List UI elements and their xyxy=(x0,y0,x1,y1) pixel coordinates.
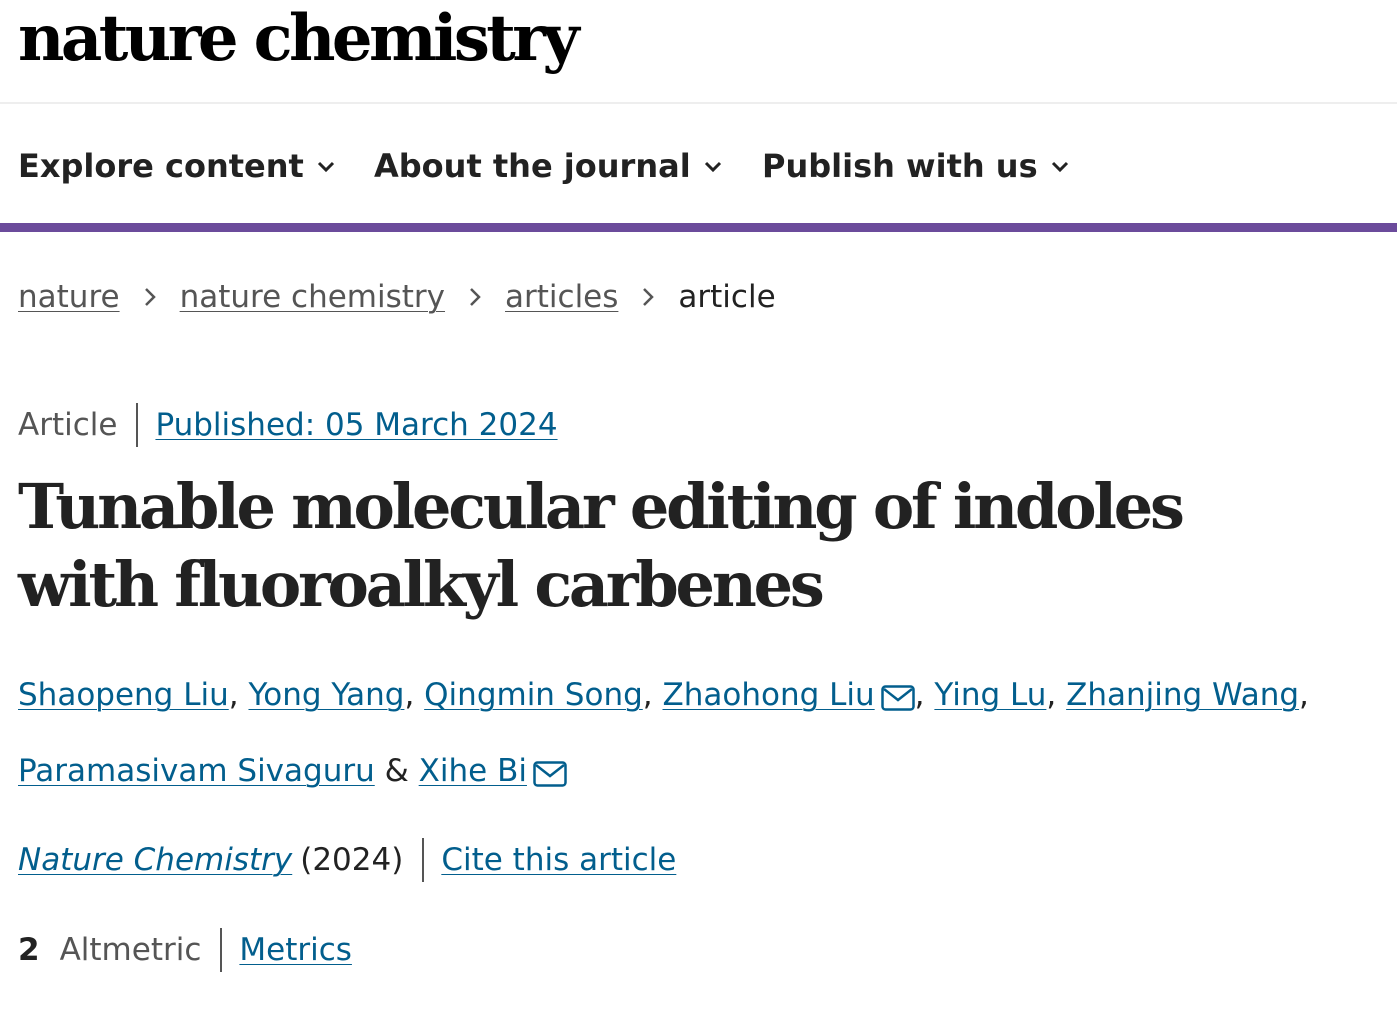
divider xyxy=(422,838,425,882)
author-separator: , xyxy=(1299,677,1309,713)
author-joiner: & xyxy=(384,753,409,789)
author-separator: , xyxy=(642,677,653,713)
altmetric-label: Altmetric xyxy=(59,932,202,968)
chevron-down-icon xyxy=(704,161,721,173)
breadcrumb-nature[interactable]: nature xyxy=(18,279,120,315)
author-link[interactable]: Xihe Bi xyxy=(419,753,527,789)
breadcrumb-nature-chemistry[interactable]: nature chemistry xyxy=(180,279,445,315)
breadcrumb: nature nature chemistry articles article xyxy=(18,279,776,315)
altmetric-count: 2 xyxy=(18,932,40,968)
divider xyxy=(136,403,139,447)
author-link[interactable]: Paramasivam Sivaguru xyxy=(18,753,375,789)
chevron-right-icon xyxy=(445,286,505,308)
main-nav: Explore content About the journal Publis… xyxy=(18,140,1070,192)
journal-link[interactable]: Nature Chemistry xyxy=(18,842,292,878)
nav-about-journal[interactable]: About the journal xyxy=(374,140,762,192)
nav-accent-bar xyxy=(0,223,1397,232)
citation-line: Nature Chemistry (2024) Cite this articl… xyxy=(18,838,676,882)
breadcrumb-current: article xyxy=(678,279,776,315)
brand-logo[interactable]: nature chemistry xyxy=(18,0,580,84)
mail-icon[interactable] xyxy=(880,666,915,736)
chevron-right-icon xyxy=(120,286,180,308)
chevron-right-icon xyxy=(618,286,678,308)
author-link[interactable]: Zhanjing Wang xyxy=(1066,677,1299,713)
nav-publish-with-us[interactable]: Publish with us xyxy=(762,140,1070,192)
author-link[interactable]: Shaopeng Liu xyxy=(18,677,229,713)
published-date-link[interactable]: Published: 05 March 2024 xyxy=(155,407,557,443)
author-separator: , xyxy=(228,677,239,713)
breadcrumb-articles[interactable]: articles xyxy=(505,279,618,315)
cite-this-article-link[interactable]: Cite this article xyxy=(441,842,676,878)
author-separator: , xyxy=(1046,677,1057,713)
author-link[interactable]: Ying Lu xyxy=(934,677,1046,713)
article-title: Tunable molecular editing of indoles wit… xyxy=(18,470,1185,621)
article-meta: Article Published: 05 March 2024 xyxy=(18,403,558,447)
article-type: Article xyxy=(18,407,118,443)
nav-label: About the journal xyxy=(374,147,691,185)
chevron-down-icon xyxy=(317,161,334,173)
author-link[interactable]: Yong Yang xyxy=(248,677,404,713)
publication-year: (2024) xyxy=(300,842,404,878)
chevron-down-icon xyxy=(1051,161,1068,173)
mail-icon[interactable] xyxy=(533,742,567,812)
author-list: Shaopeng Liu, Yong Yang, Qingmin Song, Z… xyxy=(18,660,1378,812)
metrics-line: 2 Altmetric Metrics xyxy=(18,928,352,972)
author-separator: , xyxy=(404,677,415,713)
metrics-link[interactable]: Metrics xyxy=(239,932,352,968)
divider xyxy=(220,928,223,972)
nav-label: Explore content xyxy=(18,147,304,185)
header-divider xyxy=(0,102,1397,104)
nav-explore-content[interactable]: Explore content xyxy=(18,140,374,192)
author-separator: , xyxy=(914,677,925,713)
author-link[interactable]: Zhaohong Liu xyxy=(663,677,875,713)
author-link[interactable]: Qingmin Song xyxy=(424,677,643,713)
nav-label: Publish with us xyxy=(762,147,1038,185)
